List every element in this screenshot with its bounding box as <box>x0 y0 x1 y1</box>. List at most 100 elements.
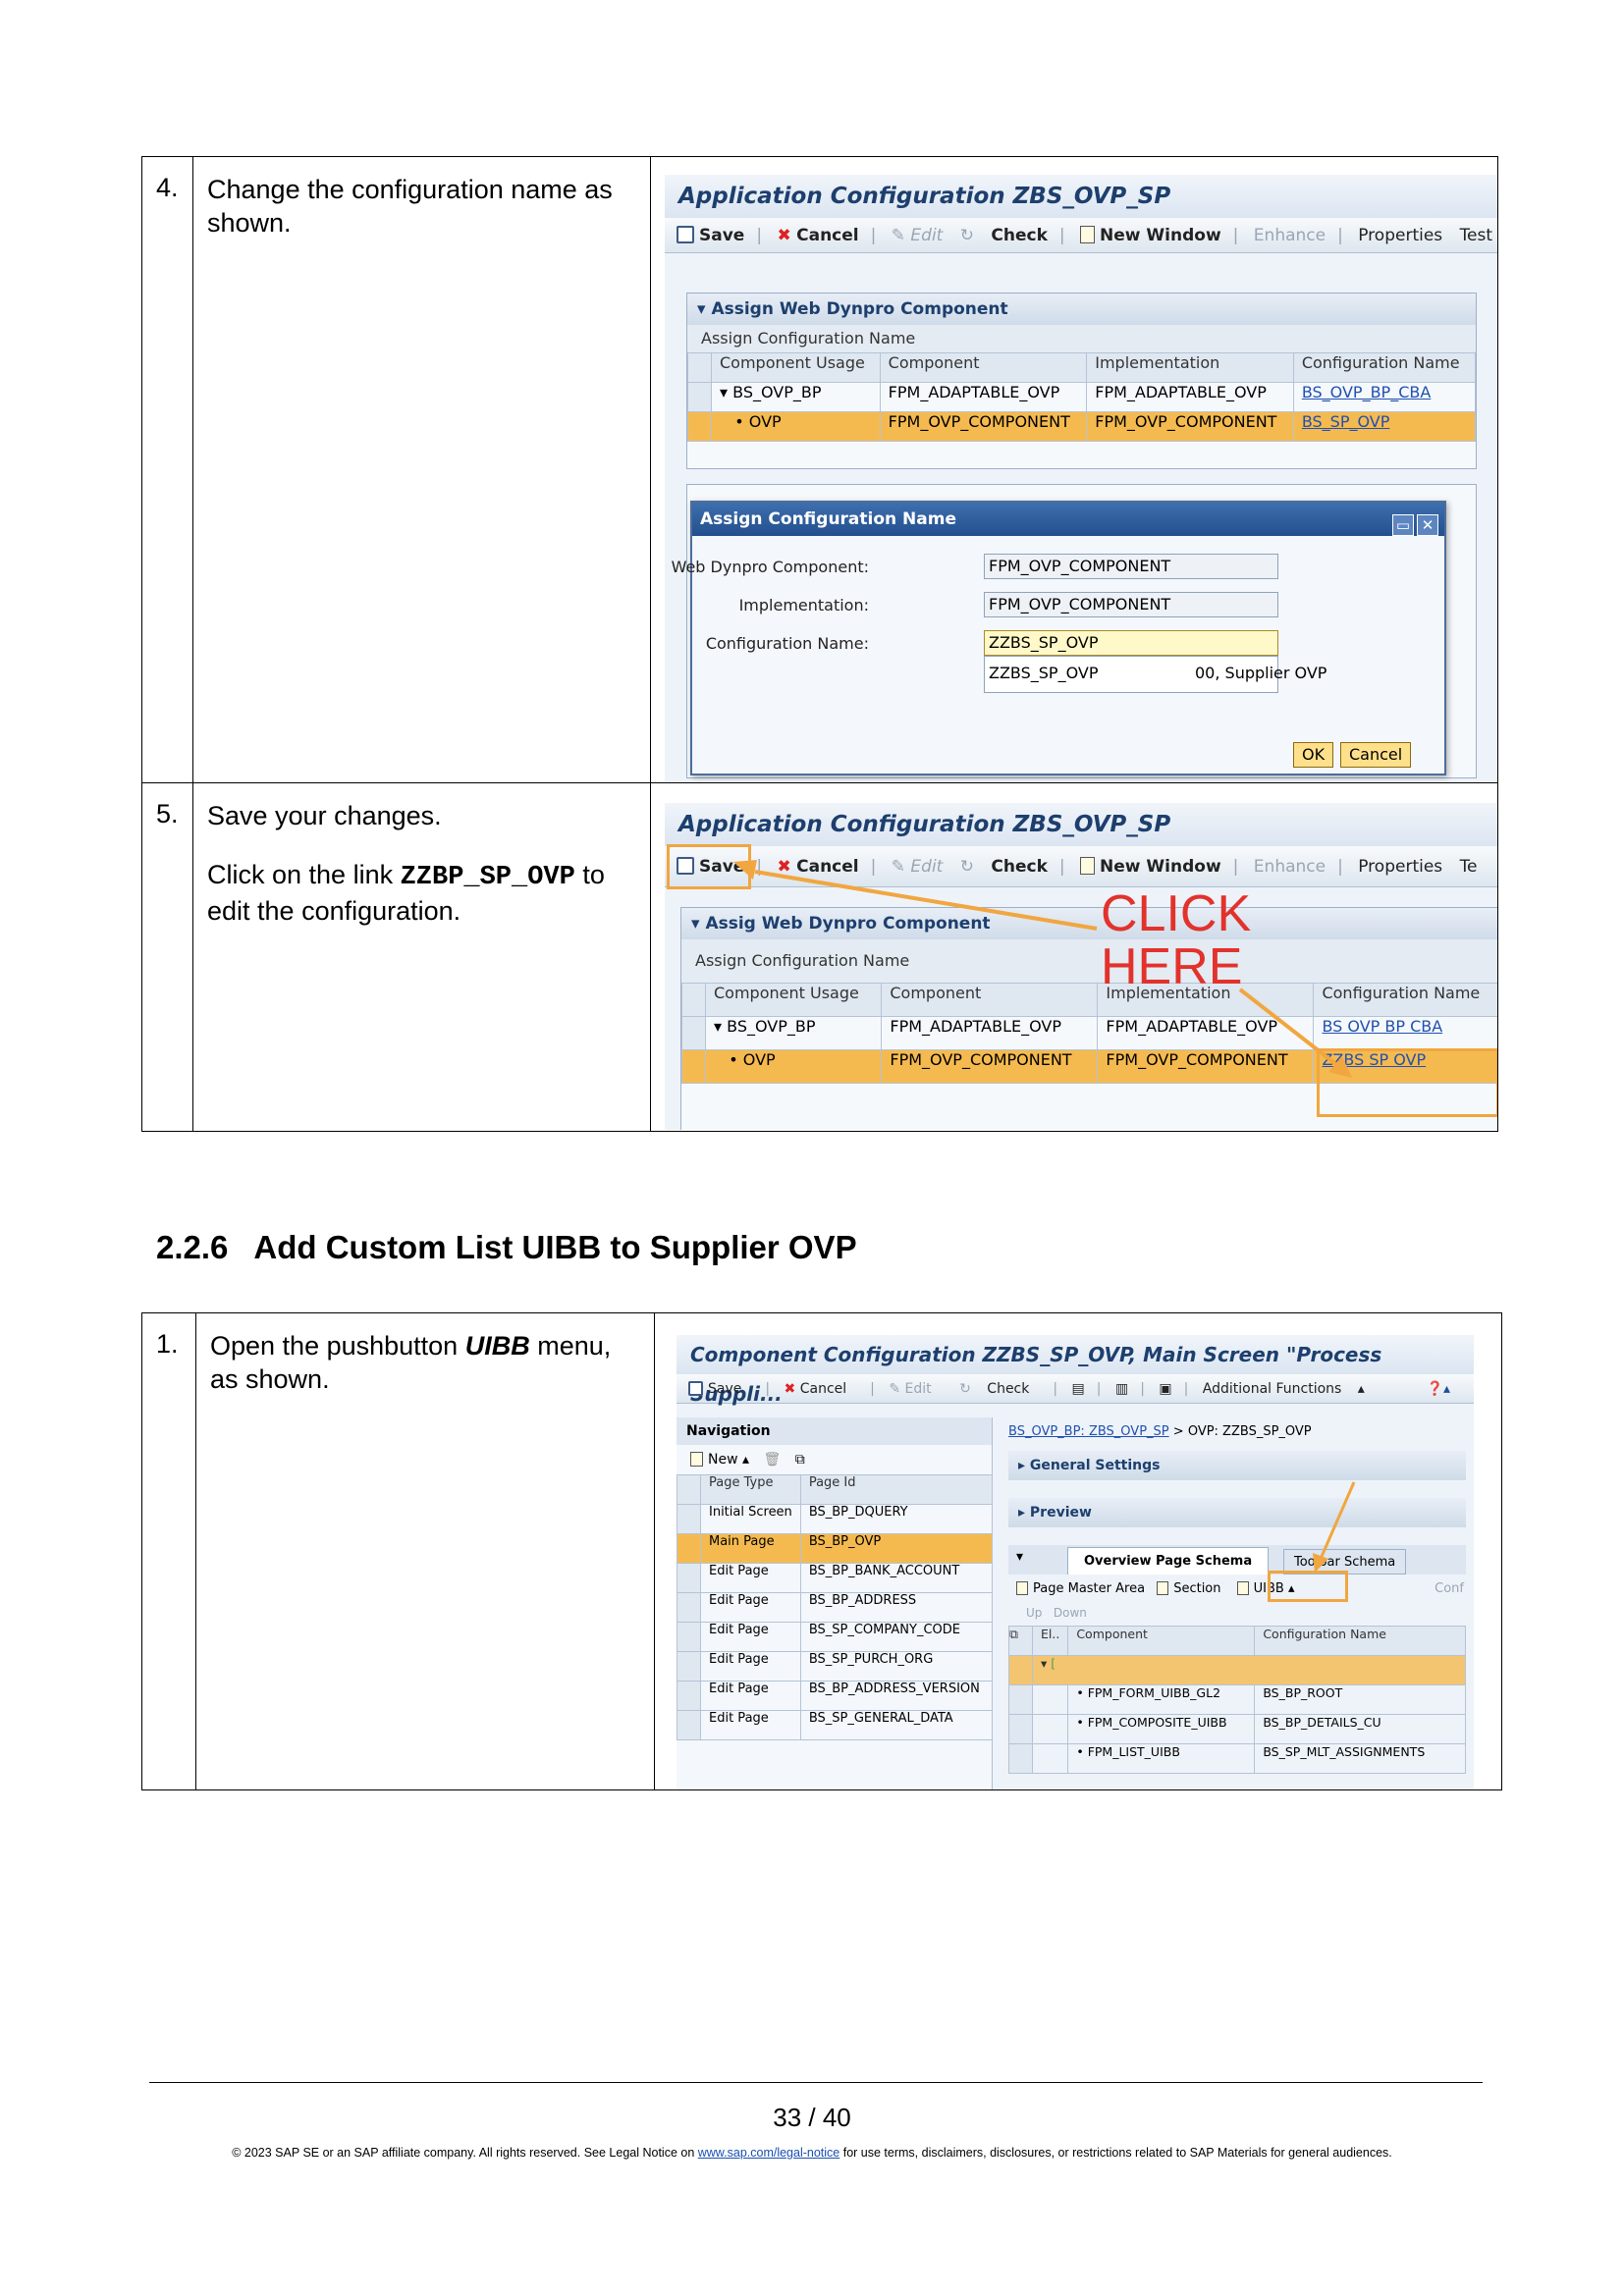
section-icon <box>1157 1581 1169 1595</box>
screenshot-cell: Component Configuration ZZBS_SP_OVP, Mai… <box>654 1312 1502 1790</box>
table-header-row: Component Usage Component Implementation… <box>687 352 1477 383</box>
help-icon[interactable]: ❓▴ <box>1427 1374 1450 1404</box>
col-header: Component <box>879 352 1088 383</box>
uibb-emphasis: UIBB <box>464 1331 530 1361</box>
table-row[interactable]: Edit Page BS_BP_ADDRESS_VERSION <box>677 1681 994 1711</box>
config-link[interactable]: BS_SP_OVP <box>1302 413 1390 432</box>
layout-icon-1[interactable]: ▤ <box>1072 1381 1085 1397</box>
field-label: Implementation: <box>738 596 869 614</box>
assignment-table: Component Usage Component Implementation… <box>687 352 1477 442</box>
delete-icon[interactable]: 🗑 <box>763 1452 781 1468</box>
screenshot-cell: Application Configuration ZBS_OVP_SP Sav… <box>650 782 1498 1132</box>
link-highlight-box <box>1317 1048 1497 1117</box>
properties-button[interactable]: Properties <box>1358 857 1442 877</box>
table-row[interactable]: Initial Screen BS_BP_DQUERY <box>677 1504 994 1534</box>
section-button[interactable]: Section <box>1157 1581 1221 1596</box>
step-number: 5. <box>141 782 193 1132</box>
dialog-title: Assign Configuration Name ▭ ✕ <box>692 503 1444 536</box>
table-row[interactable]: • FPM_COMPOSITE_UIBB BS_BP_DETAILS_CU <box>1008 1714 1466 1744</box>
new-window-button[interactable]: New Window <box>1080 857 1221 877</box>
col-header: Configuration Name <box>1313 983 1497 1017</box>
table-row-selected[interactable]: ▾ [ <box>1008 1655 1466 1685</box>
legal-notice: © 2023 SAP SE or an SAP affiliate compan… <box>232 2146 1392 2160</box>
test-button[interactable]: Te <box>1460 857 1478 877</box>
config-link[interactable]: BS_OVP_BP_CBA <box>1302 384 1431 402</box>
copy-icon[interactable]: ⧉ <box>795 1452 805 1468</box>
tab-overview-page-schema[interactable]: Overview Page Schema <box>1067 1547 1270 1575</box>
table-row[interactable]: Edit Page BS_BP_ADDRESS <box>677 1592 994 1623</box>
panel-header[interactable]: ▾ Assig Web Dynpro Component <box>681 908 1497 939</box>
cancel-button[interactable]: ✖ Cancel <box>777 226 858 245</box>
enhance-button[interactable]: Enhance <box>1254 857 1326 877</box>
save-button[interactable]: Save <box>688 1381 753 1397</box>
table-header-row: Page Type Page Id <box>677 1474 994 1505</box>
ok-button[interactable]: OK <box>1293 742 1334 768</box>
table-row[interactable]: • FPM_LIST_UIBB BS_SP_MLT_ASSIGNMENTS <box>1008 1743 1466 1774</box>
cancel-button[interactable]: ✖ Cancel <box>785 1381 859 1397</box>
cancel-button[interactable]: ✖ Cancel <box>777 857 858 877</box>
edit-button[interactable]: ✎ Edit <box>892 226 944 245</box>
schema-tabs: ▾ Overview Page Schema Toolbar Schema <box>1008 1545 1466 1575</box>
expand-icon[interactable]: ▾ <box>714 1018 722 1037</box>
down-button[interactable]: Down <box>1054 1606 1087 1620</box>
check-icon: ↻ <box>959 857 974 877</box>
properties-button[interactable]: Properties <box>1358 226 1442 245</box>
web-dynpro-component-field[interactable]: FPM_OVP_COMPONENT <box>984 554 1278 579</box>
edit-button[interactable]: ✎ Edit <box>889 1381 943 1397</box>
enhance-button[interactable]: Enhance <box>1254 226 1326 245</box>
additional-functions-button[interactable]: Additional Functions ▴ <box>1203 1381 1365 1397</box>
maximize-icon[interactable]: ▭ <box>1392 514 1414 536</box>
table-row-selected[interactable]: • OVP FPM_OVP_COMPONENT FPM_OVP_COMPONEN… <box>687 411 1477 442</box>
implementation-field[interactable]: FPM_OVP_COMPONENT <box>984 592 1278 617</box>
table-row[interactable]: Edit Page BS_BP_BANK_ACCOUNT <box>677 1563 994 1593</box>
sub-header: Assign Configuration Name <box>687 325 1476 352</box>
check-button[interactable]: ↻ Check <box>960 857 1048 877</box>
step-description: Open the pushbutton UIBB menu, as shown. <box>195 1312 655 1790</box>
check-button[interactable]: ↻ Check <box>959 1381 1041 1397</box>
suggestion-dropdown[interactable]: ZZBS_SP_OVP 00, Supplier OVP <box>984 656 1326 693</box>
legal-notice-link[interactable]: www.sap.com/legal-notice <box>698 2146 840 2160</box>
page-master-area-button[interactable]: Page Master Area <box>1016 1581 1145 1596</box>
general-settings-panel[interactable]: ▸ General Settings <box>1008 1451 1466 1480</box>
new-window-button[interactable]: New Window <box>1080 226 1221 245</box>
config-name-code: ZZBP_SP_OVP <box>400 863 575 892</box>
step-number: 4. <box>141 156 193 783</box>
table-row[interactable]: ▾ BS_OVP_BP FPM_ADAPTABLE_OVP FPM_ADAPTA… <box>681 1016 1497 1050</box>
table-row[interactable]: Edit Page BS_SP_COMPANY_CODE <box>677 1622 994 1652</box>
step-description: Save your changes. Click on the link ZZB… <box>192 782 651 1132</box>
cancel-icon: ✖ <box>777 857 791 877</box>
save-button[interactable]: Save <box>677 226 744 245</box>
new-button[interactable]: New ▴ <box>690 1452 749 1468</box>
expand-icon[interactable]: ▾ <box>720 384 728 402</box>
cancel-button[interactable]: Cancel <box>1340 742 1412 768</box>
section-number: 2.2.6 <box>156 1229 229 1265</box>
table-header-row: ⧉ El.. Component Configuration Name <box>1008 1626 1466 1656</box>
step-description: Change the configuration name as shown. <box>192 156 651 783</box>
table-row[interactable]: • FPM_FORM_UIBB_GL2 BS_BP_ROOT <box>1008 1684 1466 1715</box>
check-icon: ↻ <box>959 1381 971 1397</box>
col-header: Component <box>881 983 1099 1017</box>
field-label: Web Dynpro Component: <box>671 558 869 576</box>
layout-icon-2[interactable]: ▥ <box>1115 1381 1128 1397</box>
up-button[interactable]: Up <box>1026 1606 1042 1620</box>
conf-button[interactable]: Conf <box>1435 1576 1464 1602</box>
steps-table-bottom: 1. Open the pushbutton UIBB menu, as sho… <box>141 1312 1502 1790</box>
test-button[interactable]: Test <box>1460 226 1492 245</box>
table-row[interactable]: Edit Page BS_SP_PURCH_ORG <box>677 1651 994 1682</box>
table-settings-icon[interactable]: ⧉ <box>1008 1626 1033 1656</box>
panel-header[interactable]: ▾ Assign Web Dynpro Component <box>687 294 1476 325</box>
layout-icon-3[interactable]: ▣ <box>1159 1381 1171 1397</box>
config-link[interactable]: BS OVP BP CBA <box>1322 1018 1442 1037</box>
table-row-selected[interactable]: Main Page BS_BP_OVP <box>677 1533 994 1564</box>
window-title: Application Configuration ZBS_OVP_SP <box>665 175 1497 218</box>
collapse-icon[interactable]: ▾ <box>1016 1549 1023 1565</box>
configuration-name-field[interactable]: ZZBS_SP_OVP <box>984 630 1278 656</box>
table-row[interactable]: ▾ BS_OVP_BP FPM_ADAPTABLE_OVP FPM_ADAPTA… <box>687 382 1477 412</box>
table-row[interactable]: Edit Page BS_SP_GENERAL_DATA <box>677 1710 994 1740</box>
check-button[interactable]: ↻ Check <box>960 226 1048 245</box>
breadcrumb-link[interactable]: BS_OVP_BP: ZBS_OVP_SP <box>1008 1424 1169 1439</box>
preview-panel[interactable]: ▸ Preview <box>1008 1498 1466 1527</box>
sap-screenshot-app-config: Application Configuration ZBS_OVP_SP Sav… <box>665 175 1497 782</box>
edit-button[interactable]: ✎ Edit <box>892 857 944 877</box>
close-icon[interactable]: ✕ <box>1417 514 1438 536</box>
